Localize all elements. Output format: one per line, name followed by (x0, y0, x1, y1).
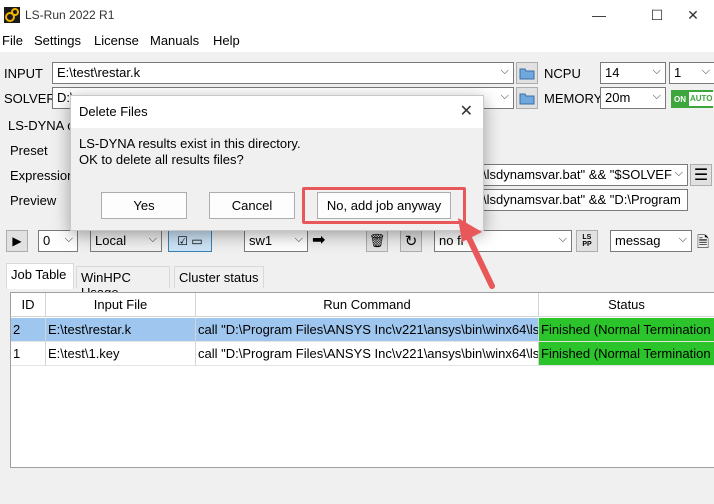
message-combo[interactable]: messag ⌵ (610, 230, 692, 252)
memory-combo[interactable]: 20m ⌵ (600, 87, 666, 109)
dialog-message-line-1: LS-DYNA results exist in this directory. (79, 136, 301, 151)
menu-file[interactable]: File (2, 33, 23, 48)
expression-label: Expression (10, 168, 75, 183)
chevron-down-icon: ⌵ (678, 233, 687, 245)
menu-help[interactable]: Help (213, 33, 240, 48)
ncpu-value: 14 (605, 65, 620, 80)
column-header-id[interactable]: ID (11, 293, 46, 317)
row-run-command: call "D:\Program Files\ANSYS Inc\v221\an… (196, 342, 539, 366)
chevron-down-icon: ⌵ (652, 90, 661, 102)
trash-icon: 🗑 (368, 233, 386, 248)
minimize-button[interactable]: — (576, 0, 622, 30)
checkbox-window-icon: ☑ ▭ (177, 234, 203, 248)
row-id: 2 (11, 318, 46, 342)
memory-value: 20m (605, 90, 631, 105)
chevron-down-icon: ⌵ (500, 90, 509, 102)
dialog-close-icon[interactable]: ✕ (460, 101, 473, 121)
row-id: 1 (11, 342, 46, 366)
expression-value: \lsdynamsvar.bat" && "$SOLVEF (483, 167, 672, 182)
memory-label: MEMORY (544, 91, 603, 106)
document-icon[interactable]: 🗎 (697, 232, 709, 257)
input-label: INPUT (4, 66, 43, 81)
sw-combo[interactable]: sw1 ⌵ (244, 230, 308, 252)
refresh-icon: ↻ (404, 233, 418, 250)
solver-label: SOLVER (4, 91, 56, 106)
ncpu-secondary-combo[interactable]: 1 ⌵ (669, 62, 714, 84)
browse-solver-button[interactable] (516, 87, 538, 109)
location-value: Local (95, 233, 127, 248)
hamburger-icon: ☰ (693, 167, 709, 184)
yes-button[interactable]: Yes (101, 192, 187, 219)
cancel-button[interactable]: Cancel (209, 192, 295, 219)
folder-icon (519, 68, 535, 80)
row-status: Finished (Normal Termination (539, 318, 714, 342)
delete-button[interactable]: 🗑 (366, 230, 388, 252)
input-file-combo[interactable]: E:\test\restar.k ⌵ (52, 62, 514, 84)
tab-winhpc-usage[interactable]: WinHPC Usage (76, 266, 170, 300)
preview-field: \lsdynamsvar.bat" && "D:\Program (478, 189, 688, 211)
lspp-button[interactable]: LS PP (576, 230, 598, 252)
column-header-status[interactable]: Status (539, 293, 714, 317)
dialog-body: LS-DYNA results exist in this directory.… (71, 128, 483, 176)
tab-job-table[interactable]: Job Table (6, 263, 74, 289)
chevron-down-icon: ⌵ (701, 65, 710, 77)
message-value: messag (615, 233, 661, 248)
status-bar (0, 494, 714, 504)
folder-icon (519, 93, 535, 105)
ncpu-secondary-value: 1 (674, 65, 682, 80)
preview-value: \lsdynamsvar.bat" && "D:\Program (483, 192, 681, 207)
sw-value: sw1 (249, 233, 273, 248)
chevron-down-icon: ⌵ (652, 65, 661, 77)
lspp-icon: LS PP (582, 234, 592, 248)
row-input-file: E:\test\restar.k (46, 318, 196, 342)
ncpu-combo[interactable]: 14 ⌵ (600, 62, 666, 84)
window-title: LS-Run 2022 R1 (25, 8, 115, 22)
count-value: 0 (43, 233, 51, 248)
location-combo[interactable]: Local ⌵ (90, 230, 162, 252)
run-button[interactable]: ▶ (6, 230, 28, 252)
ncpu-label: NCPU (544, 66, 581, 81)
chevron-down-icon: ⌵ (500, 65, 509, 77)
toggle-on-label: ON (674, 94, 686, 104)
no-add-job-button[interactable]: No, add job anyway (317, 192, 451, 219)
dialog-message: LS-DYNA results exist in this directory.… (79, 136, 301, 168)
menu-license[interactable]: License (94, 33, 139, 48)
row-input-file: E:\test\1.key (46, 342, 196, 366)
tab-cluster-status[interactable]: Cluster status (174, 266, 264, 288)
dialog-title: Delete Files (79, 104, 148, 119)
dialog-message-line-2: OK to delete all results files? (79, 152, 244, 167)
column-header-run-command[interactable]: Run Command (196, 293, 539, 317)
browse-input-button[interactable] (516, 62, 538, 84)
chevron-down-icon: ⌵ (148, 233, 157, 245)
preview-label: Preview (10, 193, 57, 208)
expression-combo[interactable]: \lsdynamsvar.bat" && "$SOLVEF ⌵ (478, 164, 688, 186)
chevron-down-icon: ⌵ (674, 167, 683, 179)
input-file-value: E:\test\restar.k (57, 65, 141, 80)
row-status: Finished (Normal Termination (539, 342, 714, 366)
column-header-input-file[interactable]: Input File (46, 293, 196, 317)
refresh-button[interactable]: ↻ (400, 230, 422, 252)
section-label: LS-DYNA o (8, 118, 75, 133)
row-run-command: call "D:\Program Files\ANSYS Inc\v221\an… (196, 318, 539, 342)
chevron-down-icon: ⌵ (294, 233, 303, 245)
arrow-right-icon[interactable]: ➡ (312, 230, 325, 250)
menu-settings[interactable]: Settings (34, 33, 81, 48)
memory-auto-toggle[interactable]: ON AUTO (671, 90, 714, 108)
preset-label: Preset (10, 143, 48, 158)
dialog-footer: Yes Cancel No, add job anyway (71, 176, 483, 230)
job-table: ID Input File Run Command Status 2 E:\te… (10, 292, 714, 468)
chevron-down-icon: ⌵ (558, 233, 567, 245)
count-combo[interactable]: 0 ⌵ (38, 230, 78, 252)
window-options-button[interactable]: ☑ ▭ (168, 230, 212, 252)
play-icon: ▶ (12, 234, 22, 248)
app-logo-icon (4, 7, 20, 23)
close-button[interactable]: ✕ (670, 0, 714, 30)
toggle-auto-label: AUTO (689, 92, 714, 106)
delete-files-dialog: Delete Files ✕ LS-DYNA results exist in … (70, 95, 484, 231)
chevron-down-icon: ⌵ (64, 233, 73, 245)
annotation-arrow-icon (458, 218, 495, 289)
menu-manuals[interactable]: Manuals (150, 33, 199, 48)
expression-menu-button[interactable]: ☰ (690, 164, 712, 186)
